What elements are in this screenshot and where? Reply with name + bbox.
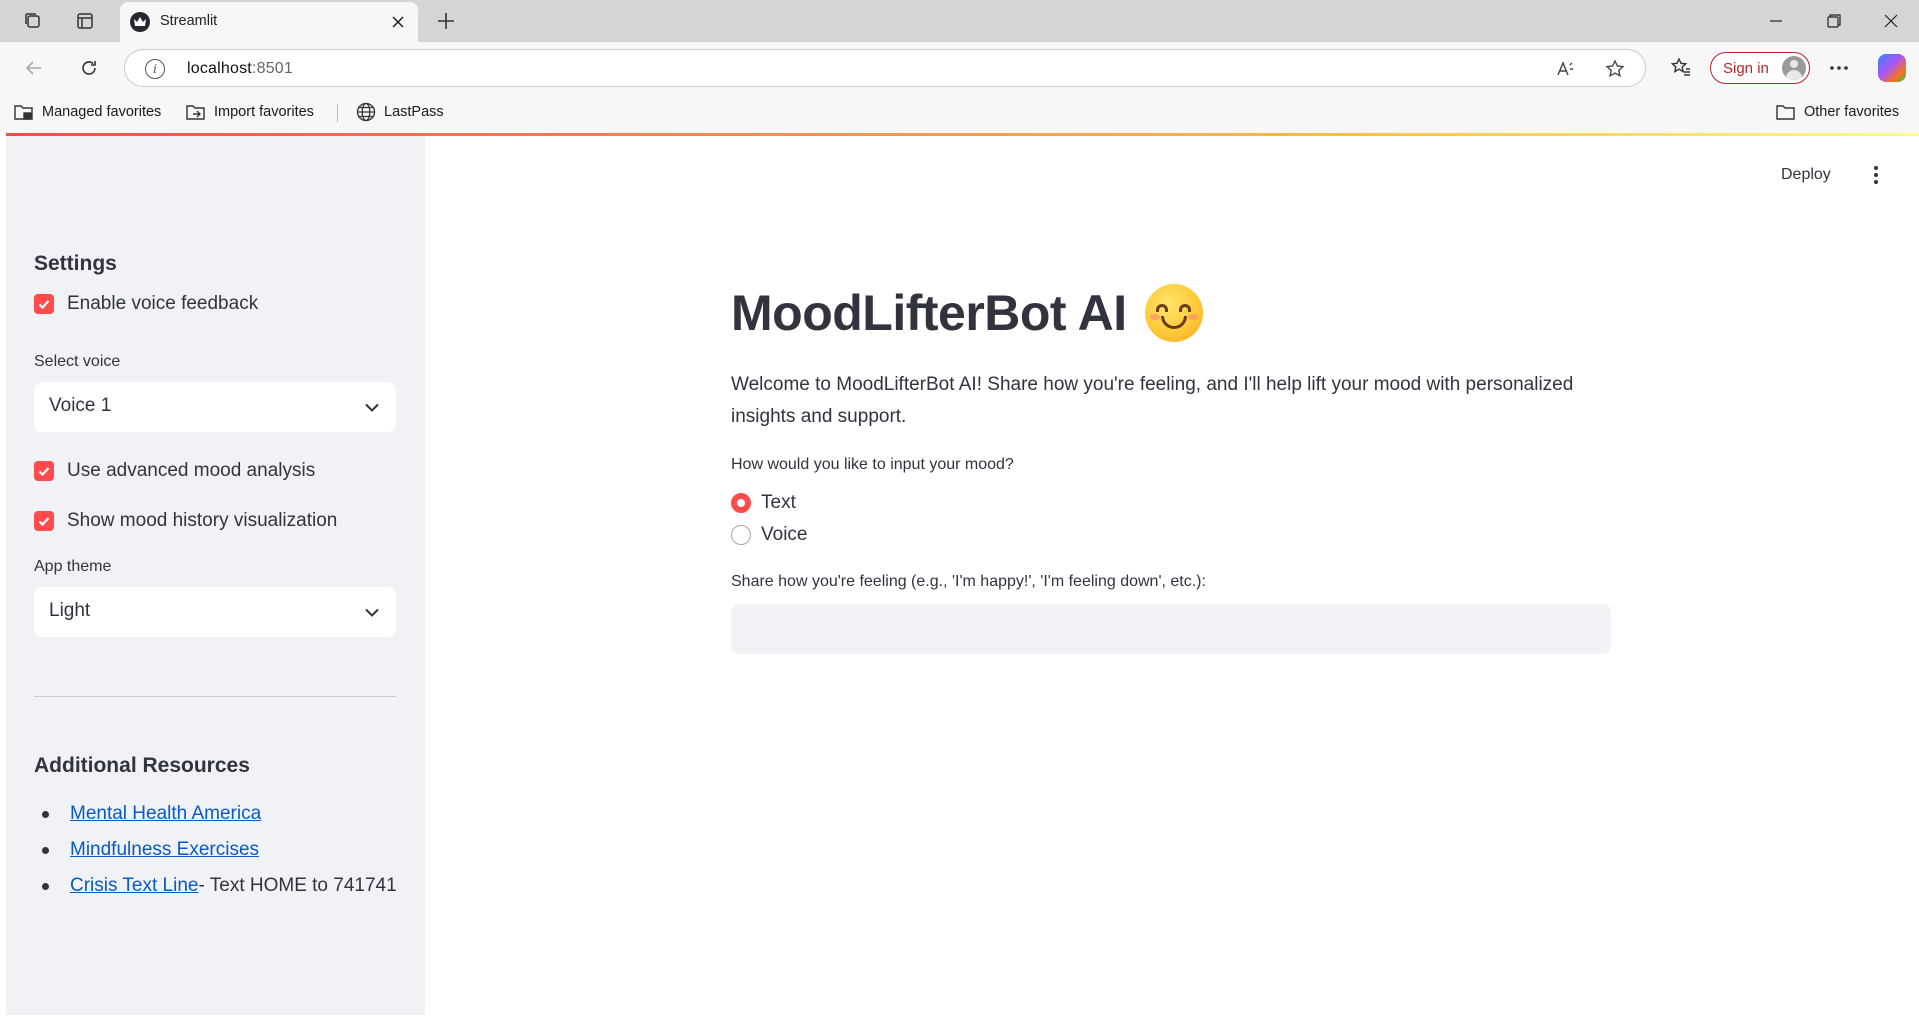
mindfulness-exercises-link[interactable]: Mindfulness Exercises bbox=[70, 839, 259, 861]
input-method-label: How would you like to input your mood? bbox=[731, 456, 1014, 473]
radio-option-text[interactable]: Text bbox=[731, 490, 796, 516]
mental-health-america-link[interactable]: Mental Health America bbox=[70, 803, 261, 825]
radio-selected-icon bbox=[731, 493, 751, 513]
browser-tab-bar: Streamlit bbox=[0, 0, 1919, 42]
copilot-icon[interactable] bbox=[1878, 54, 1906, 82]
back-icon[interactable] bbox=[18, 52, 50, 84]
workspaces-icon[interactable] bbox=[19, 8, 47, 34]
favorites-icon[interactable] bbox=[1667, 54, 1695, 82]
checkbox-checked-icon bbox=[34, 511, 54, 531]
tab-actions-icon[interactable] bbox=[71, 8, 99, 34]
favorite-import[interactable]: Import favorites bbox=[186, 101, 314, 123]
list-item: Mental Health America bbox=[34, 796, 397, 832]
favorites-bar: Managed favorites Import favorites LastP… bbox=[0, 92, 1919, 133]
streamlit-crown-icon bbox=[130, 12, 150, 32]
other-favorites[interactable]: Other favorites bbox=[1776, 101, 1899, 123]
browser-tab[interactable]: Streamlit bbox=[120, 2, 418, 42]
chevron-down-icon bbox=[362, 602, 382, 622]
chevron-down-icon bbox=[362, 397, 382, 417]
advanced-mood-checkbox[interactable]: Use advanced mood analysis bbox=[34, 458, 315, 484]
favorite-lastpass[interactable]: LastPass bbox=[356, 101, 444, 123]
resources-heading: Additional Resources bbox=[34, 754, 250, 777]
crisis-text-line-link[interactable]: Crisis Text Line bbox=[70, 875, 198, 897]
close-window-icon[interactable] bbox=[1871, 6, 1911, 36]
url-text: localhost:8501 bbox=[187, 60, 293, 77]
app-theme-dropdown[interactable]: Light bbox=[34, 587, 396, 637]
main-menu-icon[interactable] bbox=[1861, 158, 1891, 192]
favorite-star-icon[interactable] bbox=[1604, 58, 1626, 80]
radio-unselected-icon bbox=[731, 525, 751, 545]
checkbox-checked-icon bbox=[34, 461, 54, 481]
sign-in-button[interactable]: Sign in bbox=[1710, 52, 1810, 84]
intro-text: Welcome to MoodLifterBot AI! Share how y… bbox=[731, 374, 1574, 427]
checkbox-checked-icon bbox=[34, 294, 54, 314]
minimize-icon[interactable] bbox=[1756, 6, 1796, 36]
settings-heading: Settings bbox=[34, 252, 117, 275]
deploy-button[interactable]: Deploy bbox=[1773, 160, 1839, 190]
mood-text-input[interactable] bbox=[731, 604, 1611, 654]
tab-title: Streamlit bbox=[160, 13, 218, 29]
address-bar[interactable]: i localhost:8501 bbox=[124, 49, 1646, 87]
sidebar-divider bbox=[34, 696, 396, 697]
page-title: MoodLifterBot AI bbox=[731, 284, 1203, 342]
select-voice-dropdown[interactable]: Voice 1 bbox=[34, 382, 396, 432]
sidebar: Settings Enable voice feedback Select vo… bbox=[6, 136, 425, 1015]
browser-toolbar: i localhost:8501 Sign in bbox=[0, 42, 1919, 92]
refresh-icon[interactable] bbox=[73, 52, 105, 84]
app-theme-label: App theme bbox=[34, 558, 112, 575]
favorite-managed[interactable]: Managed favorites bbox=[14, 101, 161, 123]
smiling-face-emoji-icon bbox=[1144, 284, 1203, 342]
enable-voice-checkbox[interactable]: Enable voice feedback bbox=[34, 291, 258, 317]
mood-history-checkbox[interactable]: Show mood history visualization bbox=[34, 508, 337, 534]
site-info-icon[interactable]: i bbox=[145, 59, 165, 79]
radio-option-voice[interactable]: Voice bbox=[731, 522, 807, 548]
more-menu-icon[interactable] bbox=[1825, 54, 1853, 82]
restore-icon[interactable] bbox=[1814, 6, 1854, 36]
mood-input-label: Share how you're feeling (e.g., 'I'm hap… bbox=[731, 573, 1206, 590]
new-tab-icon[interactable] bbox=[432, 8, 460, 34]
select-voice-label: Select voice bbox=[34, 353, 121, 370]
list-item: Crisis Text Line - Text HOME to 741741 bbox=[34, 868, 397, 904]
profile-avatar-icon bbox=[1782, 56, 1806, 80]
read-aloud-icon[interactable] bbox=[1554, 58, 1576, 80]
list-item: Mindfulness Exercises bbox=[34, 832, 397, 868]
main-content: Deploy MoodLifterBot AI Welcome to MoodL… bbox=[425, 136, 1919, 1015]
favorites-separator bbox=[337, 104, 338, 122]
resources-list: Mental Health America Mindfulness Exerci… bbox=[34, 796, 397, 904]
close-tab-icon[interactable] bbox=[386, 10, 410, 34]
